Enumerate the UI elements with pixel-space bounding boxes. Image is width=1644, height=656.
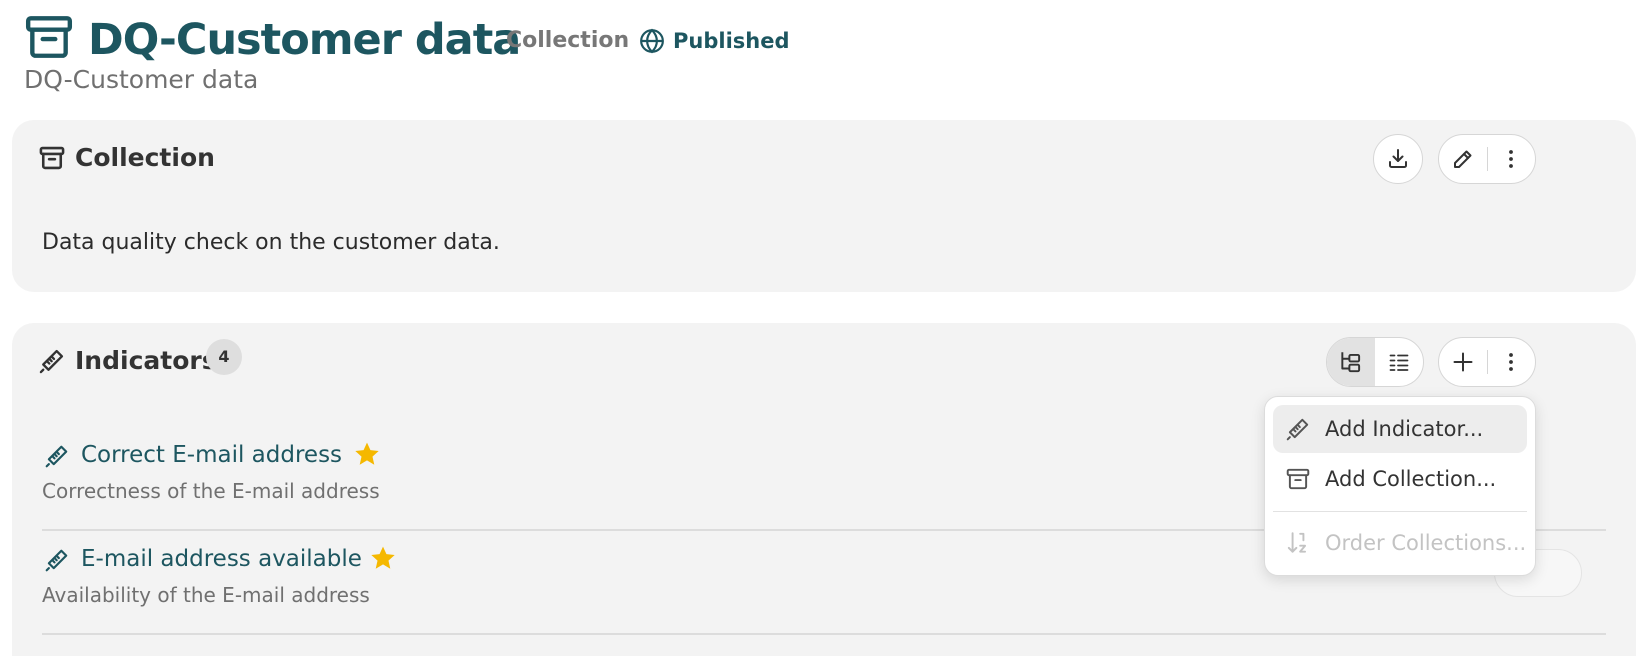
edit-button[interactable] bbox=[1439, 135, 1487, 183]
tree-view-button[interactable] bbox=[1327, 338, 1375, 386]
thermometer-icon bbox=[1285, 416, 1311, 442]
thermometer-icon bbox=[44, 443, 70, 469]
archive-box-icon bbox=[24, 12, 74, 62]
menu-item-label: Order Collections... bbox=[1325, 531, 1527, 555]
indicators-more-button[interactable] bbox=[1488, 338, 1536, 386]
list-view-icon bbox=[1387, 350, 1411, 374]
menu-item-add-collection[interactable]: Add Collection... bbox=[1273, 455, 1527, 503]
indicator-description: Correctness of the E-mail address bbox=[42, 479, 380, 503]
globe-icon bbox=[639, 28, 665, 54]
collection-more-button[interactable] bbox=[1488, 135, 1536, 183]
menu-item-add-indicator[interactable]: Add Indicator... bbox=[1273, 405, 1527, 453]
view-mode-toggle bbox=[1326, 337, 1424, 387]
favorite-star-icon[interactable] bbox=[353, 440, 381, 468]
archive-box-icon bbox=[1285, 466, 1311, 492]
indicator-actions-group bbox=[1438, 337, 1536, 387]
sort-order-icon bbox=[1285, 530, 1311, 556]
more-vertical-icon bbox=[1499, 350, 1523, 374]
collection-actions-group bbox=[1438, 134, 1536, 184]
menu-item-order-collections: Order Collections... bbox=[1273, 519, 1527, 567]
archive-box-icon bbox=[38, 144, 66, 172]
indicator-title-link[interactable]: Correct E-mail address bbox=[81, 439, 342, 471]
list-view-button[interactable] bbox=[1375, 338, 1423, 386]
menu-item-label: Add Indicator... bbox=[1325, 417, 1484, 441]
indicator-count-badge: 4 bbox=[206, 339, 242, 375]
status-badge: Published bbox=[673, 29, 790, 53]
page-title: DQ-Customer data bbox=[88, 15, 521, 65]
page-header: DQ-Customer data Collection Published bbox=[24, 8, 1644, 68]
plus-icon bbox=[1451, 350, 1475, 374]
row-divider bbox=[42, 633, 1606, 635]
collection-panel: Collection Data quality check on the cus… bbox=[12, 120, 1636, 292]
object-type-label: Collection bbox=[506, 28, 630, 53]
download-button[interactable] bbox=[1373, 134, 1423, 184]
add-dropdown-menu: Add Indicator... Add Collection... Order… bbox=[1264, 396, 1536, 576]
favorite-star-icon[interactable] bbox=[369, 544, 397, 572]
menu-divider bbox=[1273, 511, 1527, 512]
tree-view-icon bbox=[1338, 349, 1364, 375]
indicator-title-link[interactable]: E-mail address available bbox=[81, 543, 362, 575]
thermometer-icon bbox=[44, 547, 70, 573]
more-vertical-icon bbox=[1499, 147, 1523, 171]
pencil-icon bbox=[1451, 147, 1475, 171]
indicator-description: Availability of the E-mail address bbox=[42, 583, 370, 607]
download-icon bbox=[1386, 147, 1410, 171]
thermometer-icon bbox=[38, 347, 66, 375]
collection-section-title: Collection bbox=[75, 143, 215, 172]
page-subtitle: DQ-Customer data bbox=[24, 65, 259, 94]
indicators-section-title: Indicators bbox=[75, 346, 217, 375]
menu-item-label: Add Collection... bbox=[1325, 467, 1497, 491]
add-button[interactable] bbox=[1439, 338, 1487, 386]
collection-description: Data quality check on the customer data. bbox=[42, 230, 500, 255]
